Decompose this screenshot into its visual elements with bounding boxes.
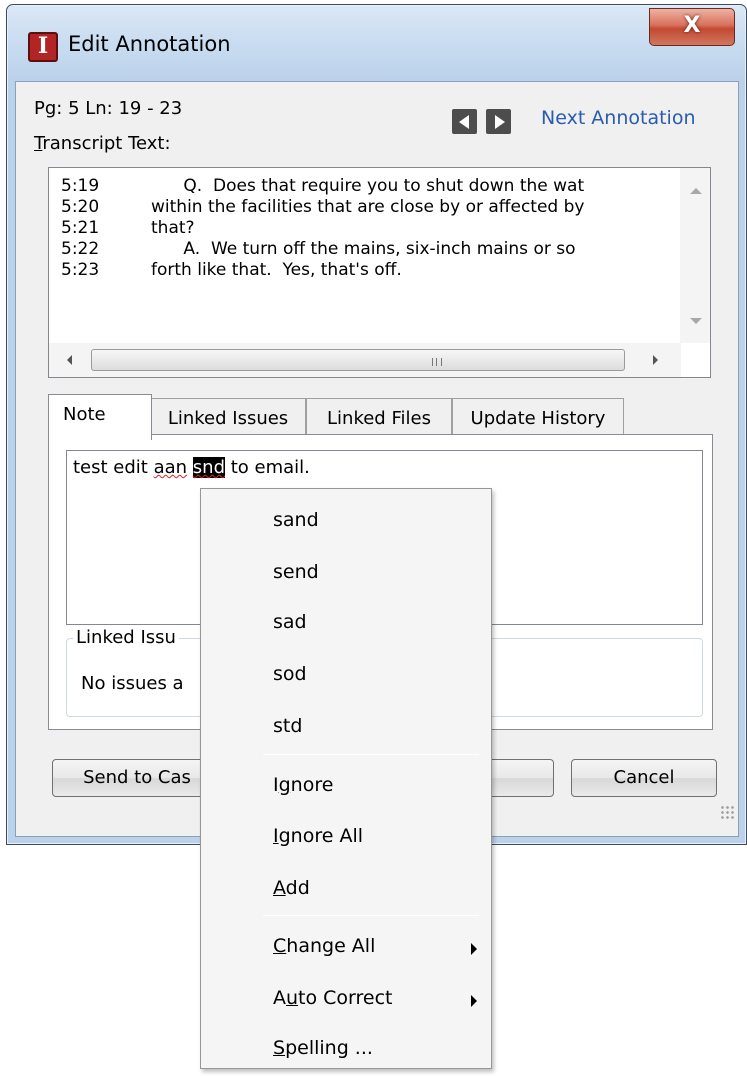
line-text: within the facilities that are close by … <box>151 197 585 217</box>
next-annotation-arrow-button[interactable] <box>486 109 511 134</box>
transcript-line: 5:19 Q. Does that require you to shut do… <box>61 176 671 197</box>
tab-linked-issues[interactable]: Linked Issues <box>150 398 306 438</box>
send-to-case-button[interactable]: Send to Cas <box>52 759 222 797</box>
suggestion-item[interactable]: sad <box>273 611 307 633</box>
grip-icon <box>432 358 442 366</box>
spelling-context-menu: sand send sad sod std Ignore Ignore All … <box>200 488 492 1069</box>
no-issues-text: No issues a <box>81 673 184 694</box>
transcript-line: 5:22 A. We turn off the mains, six-inch … <box>61 239 671 260</box>
label-part: nore <box>290 774 334 796</box>
menu-item-ignore[interactable]: Ignore <box>273 774 333 796</box>
transcript-line: 5:23 forth like that. Yes, that's off. <box>61 260 671 281</box>
horizontal-scroll-thumb[interactable] <box>91 349 625 371</box>
suggestion-item[interactable]: sand <box>273 509 319 531</box>
transcript-text-label: Transcript Text: <box>34 133 171 154</box>
chevron-right-icon <box>471 943 477 955</box>
accelerator-key: A <box>273 877 286 899</box>
line-text: A. We turn off the mains, six-inch mains… <box>151 239 576 259</box>
label-part: dd <box>285 877 310 899</box>
menu-item-add[interactable]: Add <box>273 877 310 899</box>
line-text: that? <box>151 218 195 238</box>
suggestion-item[interactable]: send <box>273 561 319 583</box>
close-button[interactable]: X <box>649 8 735 46</box>
suggestion-item[interactable]: sod <box>273 663 307 685</box>
transcript-line: 5:20 within the facilities that are clos… <box>61 197 671 218</box>
cancel-button[interactable]: Cancel <box>571 759 717 797</box>
app-icon: I <box>28 32 58 62</box>
scroll-left-icon[interactable] <box>67 355 72 365</box>
transcript-label-rest: ranscript Text: <box>42 133 171 154</box>
transcript-vertical-scrollbar[interactable] <box>680 168 710 343</box>
linked-issues-title: Linked Issu <box>73 627 179 648</box>
suggestion-item[interactable]: std <box>273 715 302 737</box>
transcript-lines: 5:19 Q. Does that require you to shut do… <box>61 176 671 281</box>
label-part: to Correct <box>298 987 393 1009</box>
note-space <box>187 457 193 478</box>
label-part: pelling ... <box>285 1037 373 1059</box>
window-title: Edit Annotation <box>68 32 231 56</box>
line-number: 5:20 <box>61 197 100 217</box>
menu-item-auto-correct[interactable]: Auto Correct <box>273 987 393 1009</box>
line-text: Q. Does that require you to shut down th… <box>151 176 585 196</box>
accelerator-key: u <box>286 987 299 1009</box>
menu-separator <box>263 754 479 755</box>
accelerator-key: S <box>273 1037 286 1059</box>
menu-item-change-all[interactable]: Change All <box>273 935 375 957</box>
menu-item-ignore-all[interactable]: Ignore All <box>273 825 363 847</box>
tab-linked-files[interactable]: Linked Files <box>306 398 452 438</box>
scroll-down-icon[interactable] <box>690 318 702 324</box>
line-text: forth like that. Yes, that's off. <box>151 260 402 280</box>
transcript-horizontal-scrollbar[interactable] <box>49 343 681 377</box>
previous-annotation-button[interactable] <box>452 109 477 134</box>
accelerator-key: C <box>273 935 287 957</box>
page-line-info: Pg: 5 Ln: 19 - 23 <box>34 98 183 119</box>
line-number: 5:21 <box>61 218 100 238</box>
line-number: 5:23 <box>61 260 100 280</box>
note-text-start: test edit <box>73 457 154 478</box>
accelerator-key: g <box>278 774 291 796</box>
transcript-text-box[interactable]: 5:19 Q. Does that require you to shut do… <box>48 167 711 378</box>
label-part: hange All <box>286 935 376 957</box>
chevron-right-icon <box>471 995 477 1007</box>
title-bar[interactable]: I Edit Annotation X <box>8 6 745 80</box>
transcript-line: 5:21 that? <box>61 218 671 239</box>
label-part: A <box>273 987 286 1009</box>
resize-grip-icon[interactable] <box>720 805 736 821</box>
scroll-up-icon[interactable] <box>690 188 702 194</box>
menu-separator <box>263 915 479 916</box>
misspelled-word[interactable]: aan <box>154 457 187 478</box>
tab-note[interactable]: Note <box>48 394 152 440</box>
label-part: gnore All <box>278 825 364 847</box>
note-text-end: to email. <box>225 457 310 478</box>
selected-misspelled-word[interactable]: snd <box>192 457 225 478</box>
next-annotation-link[interactable]: Next Annotation <box>541 107 696 129</box>
scroll-right-icon[interactable] <box>653 355 658 365</box>
tab-update-history[interactable]: Update History <box>452 398 624 438</box>
line-number: 5:22 <box>61 239 100 259</box>
menu-item-spelling[interactable]: Spelling ... <box>273 1037 373 1059</box>
line-number: 5:19 <box>61 176 100 196</box>
